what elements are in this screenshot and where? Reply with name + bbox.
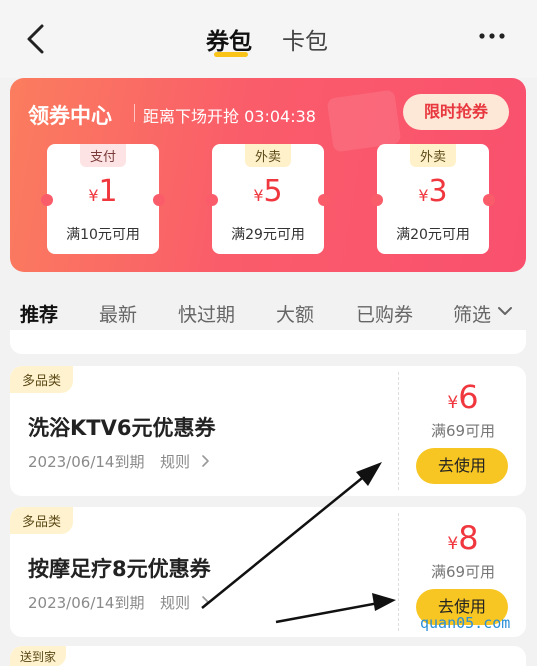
watermark: quan05.com xyxy=(420,614,511,632)
annotation-arrows xyxy=(201,462,396,624)
